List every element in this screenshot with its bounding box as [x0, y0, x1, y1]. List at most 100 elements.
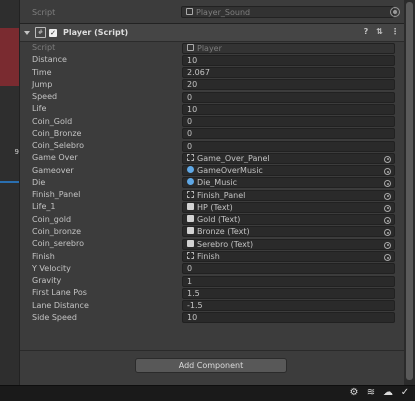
- property-row: Script Player: [20, 42, 405, 54]
- property-value: 0: [187, 141, 193, 151]
- property-row: Time 2.067: [20, 67, 405, 79]
- value-field[interactable]: 0: [182, 91, 395, 103]
- property-value: Finish_Panel: [197, 190, 246, 200]
- property-row: Coin_Bronze 0: [20, 128, 405, 140]
- property-label: Coin_Selebro: [32, 141, 85, 151]
- property-label: Life: [32, 104, 47, 114]
- script-icon: [186, 7, 193, 15]
- property-label: Speed: [32, 92, 58, 102]
- object-field[interactable]: GameOverMusic: [182, 165, 395, 177]
- property-row: Gravity 1: [20, 275, 405, 287]
- property-label: Script: [32, 43, 56, 52]
- object-picker-icon[interactable]: [384, 155, 391, 163]
- property-label: Game Over: [32, 153, 78, 163]
- value-field[interactable]: 10: [182, 54, 395, 66]
- script-label: Script: [32, 7, 56, 17]
- component-title: Player (Script): [63, 28, 129, 37]
- object-field[interactable]: HP (Text): [182, 201, 395, 213]
- value-field[interactable]: 0: [182, 128, 395, 140]
- property-value: Player: [197, 43, 222, 53]
- scrollbar[interactable]: [404, 0, 415, 385]
- object-picker-icon[interactable]: [384, 180, 391, 188]
- property-row: First Lane Pos 1.5: [20, 287, 405, 299]
- inspector-panel: Script Player_Sound # ✓ Player (Script) …: [19, 0, 405, 385]
- property-value: 10: [187, 55, 198, 65]
- property-row: Y Velocity 0: [20, 263, 405, 275]
- settings-icon[interactable]: [390, 7, 400, 17]
- add-component-button[interactable]: Add Component: [135, 358, 287, 373]
- object-field[interactable]: Bronze (Text): [182, 226, 395, 238]
- value-field[interactable]: 0: [182, 263, 395, 275]
- property-label: Finish: [32, 251, 55, 261]
- settings-icon[interactable]: ⚙: [348, 387, 360, 399]
- property-label: Jump: [32, 79, 53, 89]
- help-icon[interactable]: ?: [364, 27, 369, 36]
- property-value: 0: [187, 264, 193, 274]
- layers-icon[interactable]: ≋: [365, 387, 377, 399]
- property-row: Coin_Selebro 0: [20, 140, 405, 152]
- object-picker-icon[interactable]: [384, 204, 391, 212]
- object-picker-icon[interactable]: [384, 168, 391, 176]
- property-label: Coin_gold: [32, 214, 72, 224]
- enabled-checkbox[interactable]: ✓: [49, 28, 57, 37]
- property-row: Game Over Game_Over_Panel: [20, 152, 405, 164]
- value-field[interactable]: 10: [182, 312, 395, 324]
- value-field[interactable]: 0: [182, 140, 395, 152]
- object-field[interactable]: Gold (Text): [182, 214, 395, 226]
- more-icon[interactable]: ⋮: [391, 27, 399, 36]
- text-icon: [187, 202, 194, 210]
- object-field[interactable]: Game_Over_Panel: [182, 152, 395, 164]
- scene-preview-red: [0, 28, 19, 86]
- object-picker-icon[interactable]: [384, 229, 391, 237]
- property-label: Side Speed: [32, 312, 77, 322]
- cs-script-icon: #: [35, 27, 46, 38]
- object-picker-icon[interactable]: [384, 192, 391, 200]
- value-field[interactable]: 2.067: [182, 67, 395, 79]
- value-field[interactable]: 1: [182, 275, 395, 287]
- audio-icon: [187, 166, 194, 174]
- property-row: Life 10: [20, 103, 405, 115]
- property-row: Lane Distance -1.5: [20, 300, 405, 312]
- object-field[interactable]: Die_Music: [182, 177, 395, 189]
- property-value: Gold (Text): [197, 215, 241, 225]
- text-icon: [187, 215, 194, 223]
- property-value: HP (Text): [197, 202, 233, 212]
- property-label: Coin_serebro: [32, 239, 84, 249]
- property-value: 10: [187, 104, 198, 114]
- value-field[interactable]: 0: [182, 116, 395, 128]
- object-field[interactable]: Serebro (Text): [182, 238, 395, 250]
- selection-bar: [0, 181, 19, 183]
- value-field[interactable]: Player: [182, 42, 395, 54]
- property-row: Die Die_Music: [20, 177, 405, 189]
- scrollbar-thumb[interactable]: [406, 2, 413, 380]
- object-picker-icon[interactable]: [384, 217, 391, 225]
- script-value: Player_Sound: [196, 7, 251, 17]
- property-value: 0: [187, 129, 193, 139]
- property-value: 0: [187, 117, 193, 127]
- value-field[interactable]: 10: [182, 103, 395, 115]
- property-row: Coin_Gold 0: [20, 116, 405, 128]
- check-icon[interactable]: ✓: [399, 387, 411, 399]
- value-field[interactable]: -1.5: [182, 300, 395, 312]
- text-icon: [187, 227, 194, 235]
- script-icon: [187, 43, 194, 51]
- property-row: Coin_gold Gold (Text): [20, 214, 405, 226]
- property-value: 0: [187, 92, 193, 102]
- settings-sliders-icon[interactable]: ⇅: [376, 27, 383, 36]
- gameobject-icon: [187, 252, 194, 260]
- collab-icon[interactable]: ☁: [382, 387, 394, 399]
- property-row: Gameover GameOverMusic: [20, 165, 405, 177]
- property-value: Die_Music: [197, 178, 238, 188]
- object-picker-icon[interactable]: [384, 254, 391, 262]
- gameobject-icon: [187, 190, 194, 198]
- property-value: 2.067: [187, 68, 210, 78]
- foldout-arrow-icon[interactable]: [24, 30, 30, 35]
- object-field[interactable]: Finish_Panel: [182, 189, 395, 201]
- value-field[interactable]: 20: [182, 79, 395, 91]
- object-picker-icon[interactable]: [384, 241, 391, 249]
- property-label: First Lane Pos: [32, 288, 87, 298]
- value-field[interactable]: 1.5: [182, 287, 395, 299]
- object-field[interactable]: Finish: [182, 251, 395, 263]
- script-field[interactable]: Player_Sound: [181, 6, 394, 18]
- component-header[interactable]: # ✓ Player (Script) ? ⇅ ⋮: [20, 23, 405, 42]
